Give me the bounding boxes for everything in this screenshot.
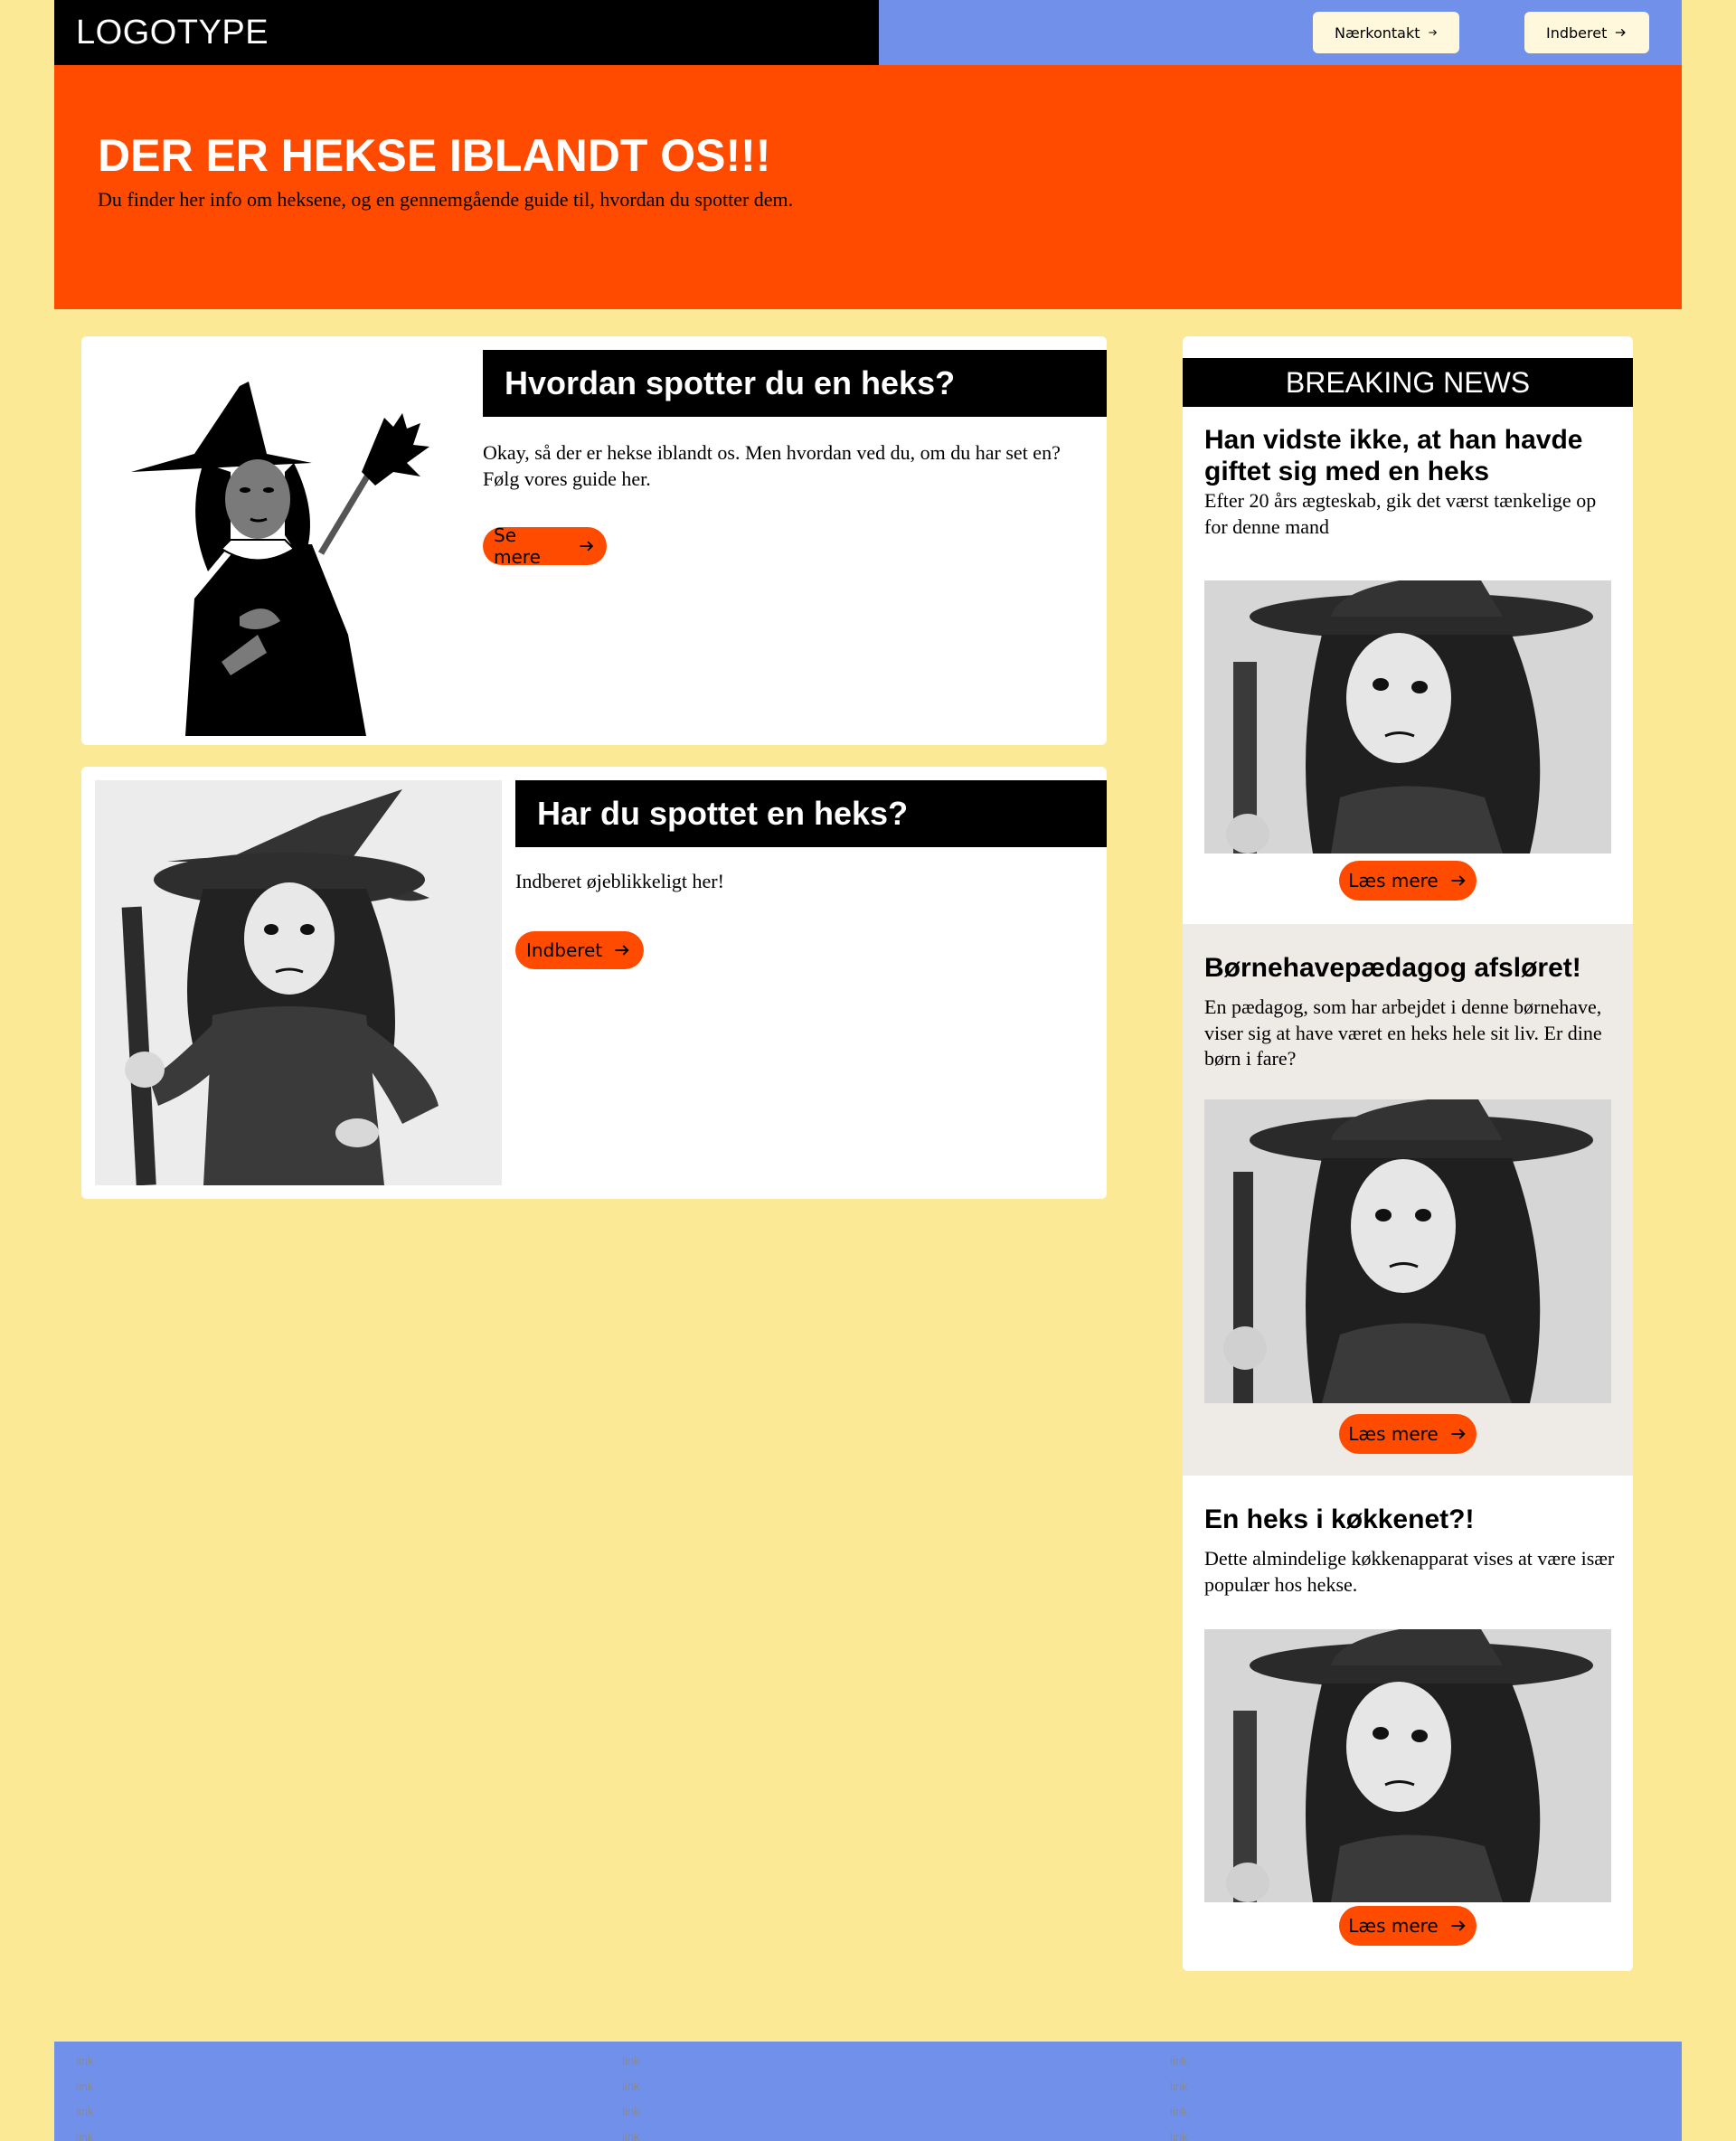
footer-link[interactable]: link [1170,2049,1188,2074]
footer-link[interactable]: link [622,2049,640,2074]
news-item-image [1204,580,1611,854]
footer-link[interactable]: link [622,2099,640,2125]
nav-report-label: Indberet [1546,24,1608,42]
read-more-button[interactable]: Læs mere [1339,1414,1477,1454]
nav-bar: Nærkontakt Indberet [879,0,1682,65]
news-item-image [1204,1629,1611,1902]
guide-card: Hvordan spotter du en heks? Okay, så der… [81,336,1107,745]
arrow-right-icon [1451,1429,1466,1439]
witch-portrait-illustration [1204,580,1611,854]
logo-area: LOGOTYPE [54,0,879,65]
footer-link[interactable]: link [76,2049,94,2074]
news-item-image [1204,1099,1611,1403]
breaking-news-panel: BREAKING NEWS Han vidste ikke, at han ha… [1183,336,1633,1971]
footer-column: link link link link [622,2049,640,2141]
report-card: Har du spottet en heks? Indberet øjeblik… [81,767,1107,1199]
footer-column: link link link link [76,2049,94,2141]
hero-title: DER ER HEKSE IBLANDT OS!!! [98,130,771,181]
arrow-right-icon [615,945,629,956]
arrow-right-icon [580,541,594,552]
breaking-news-header: BREAKING NEWS [1183,358,1633,407]
witch-portrait-illustration [1204,1099,1611,1403]
footer-column: link link link link [1170,2049,1188,2141]
footer-link[interactable]: link [1170,2099,1188,2125]
top-bar: LOGOTYPE Nærkontakt Indberet [54,0,1682,65]
read-more-button[interactable]: Læs mere [1339,1906,1477,1946]
news-item-text: En pædagog, som har arbejdet i denne bør… [1204,995,1602,1070]
see-more-label: Se mere [494,524,541,568]
footer: link link link link link link link link … [54,2042,1682,2141]
news-item-title[interactable]: Børnehavepædagog afsløret! [1204,953,1620,985]
report-button[interactable]: Indberet [515,931,644,969]
nav-report-button[interactable]: Indberet [1524,12,1649,53]
footer-link[interactable]: link [1170,2074,1188,2099]
news-item: En heks i køkkenet?! Dette almindelige k… [1183,1476,1633,1971]
footer-link[interactable]: link [622,2125,640,2141]
guide-card-title: Hvordan spotter du en heks? [483,350,1107,417]
footer-link[interactable]: link [76,2074,94,2099]
arrow-right-icon [1451,1920,1466,1931]
news-item-title[interactable]: En heks i køkkenet?! [1204,1504,1620,1536]
witch-portrait-illustration [1204,1629,1611,1902]
report-button-label: Indberet [526,939,603,961]
nav-contact-label: Nærkontakt [1335,24,1420,42]
report-card-text: Indberet øjeblikkeligt her! [515,870,724,892]
read-more-label: Læs mere [1348,1915,1439,1937]
guide-card-text: Okay, så der er hekse iblandt os. Men hv… [483,441,1061,490]
report-card-title: Har du spottet en heks? [515,780,1107,847]
witch-drawing-illustration [95,780,502,1185]
logo[interactable]: LOGOTYPE [76,14,269,52]
news-item-text: Dette almindelige køkkenapparat vises at… [1204,1547,1615,1596]
footer-link[interactable]: link [1170,2125,1188,2141]
see-more-button[interactable]: Se mere [483,524,607,568]
arrow-right-icon [1616,28,1627,37]
read-more-label: Læs mere [1348,1423,1439,1445]
arrow-right-icon [1428,29,1437,36]
nav-contact-button[interactable]: Nærkontakt [1313,12,1459,53]
read-more-button[interactable]: Læs mere [1339,861,1477,901]
news-item-text: Efter 20 års ægteskab, gik det værst tæn… [1204,489,1597,538]
witch-silhouette-illustration [131,382,429,736]
arrow-right-icon [1451,875,1466,886]
footer-link[interactable]: link [76,2099,94,2125]
footer-link[interactable]: link [76,2125,94,2141]
news-item: Børnehavepædagog afsløret! En pædagog, s… [1183,924,1633,1476]
news-item-title[interactable]: Han vidste ikke, at han havde giftet sig… [1204,425,1620,487]
read-more-label: Læs mere [1348,870,1439,891]
hero-subtitle: Du finder her info om heksene, og en gen… [98,188,794,211]
footer-link[interactable]: link [622,2074,640,2099]
hero-banner: DER ER HEKSE IBLANDT OS!!! Du finder her… [54,65,1682,309]
news-item: Han vidste ikke, at han havde giftet sig… [1183,407,1633,924]
